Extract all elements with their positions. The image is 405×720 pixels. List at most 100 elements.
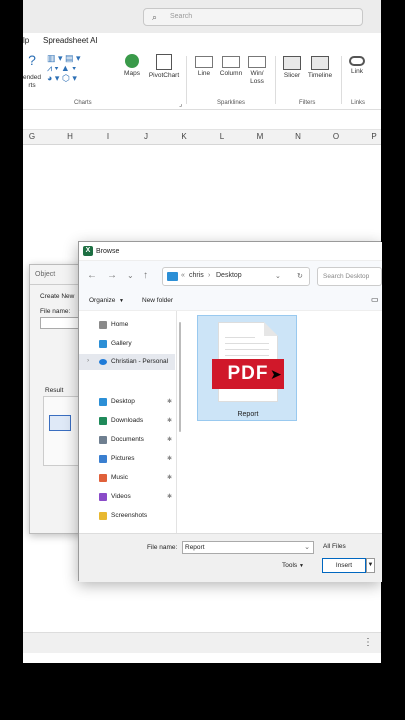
slicer-button[interactable]: Slicer	[281, 56, 303, 80]
file-type-filter[interactable]: All Files	[319, 541, 382, 554]
videos-icon	[99, 493, 107, 501]
mouse-cursor-icon: ➤	[270, 366, 282, 382]
column-header[interactable]: P	[368, 132, 380, 141]
browse-title-bar: X Browse	[79, 242, 382, 261]
file-list: PDF ➤ Report	[184, 311, 382, 533]
chart-types-gallery[interactable]: ▥ ▾ ▤ ▾ ⩘ ▾ ▲ ▾ ◕ ▾ ⬡ ▾	[47, 54, 87, 84]
ribbon-separator	[341, 56, 342, 104]
question-chart-icon: ?	[28, 52, 36, 68]
column-header[interactable]: O	[330, 132, 342, 141]
breadcrumb-root[interactable]: chris	[189, 272, 204, 279]
up-arrow-icon[interactable]: ↑	[143, 270, 148, 281]
charts-dialog-launcher[interactable]: ⌟	[179, 100, 182, 108]
nav-item-documents[interactable]: Documents ✱	[79, 432, 175, 448]
link-button[interactable]: Link	[345, 56, 369, 76]
file-name: Report	[237, 411, 259, 418]
sparkline-winloss-button[interactable]: Win/ Loss	[246, 56, 268, 86]
nav-item-videos[interactable]: Videos ✱	[79, 489, 175, 505]
slicer-label: Slicer	[283, 72, 301, 79]
tab-create-new[interactable]: Create New	[40, 293, 74, 300]
formula-bar[interactable]	[23, 110, 381, 130]
pin-icon: ✱	[167, 399, 173, 405]
recommended-charts-button[interactable]: ? ended rts	[23, 52, 47, 90]
tools-dropdown-icon: ▼	[299, 563, 304, 569]
organize-button[interactable]: Organize	[89, 297, 115, 304]
sparkline-line-button[interactable]: Line	[193, 56, 215, 78]
pictures-icon	[99, 455, 107, 463]
search-desktop-input[interactable]: Search Desktop	[317, 267, 382, 286]
group-label-sparklines: Sparklines	[217, 100, 246, 106]
navigation-scrollbar[interactable]	[179, 322, 181, 432]
group-label-links: Links	[351, 100, 366, 106]
refresh-icon[interactable]: ↻	[297, 272, 303, 280]
column-header[interactable]: G	[26, 132, 38, 141]
search-box[interactable]: ⌕ Search	[143, 8, 363, 26]
column-header[interactable]: H	[64, 132, 76, 141]
timeline-button[interactable]: Timeline	[305, 56, 335, 80]
page-line	[225, 343, 269, 344]
back-arrow-icon[interactable]: ←	[87, 270, 97, 281]
pin-icon: ✱	[167, 437, 173, 443]
nav-item-home[interactable]: Home	[79, 317, 175, 333]
breadcrumb-chevron-icon: ›	[208, 272, 211, 279]
more-options-icon[interactable]: ⋮	[363, 637, 373, 648]
forward-arrow-icon[interactable]: →	[107, 270, 117, 281]
recent-locations-chevron-icon[interactable]: ⌄	[127, 271, 134, 280]
file-item-report[interactable]: PDF ➤ Report	[197, 315, 297, 421]
timeline-icon	[311, 56, 329, 70]
sparkline-column-button[interactable]: Column	[218, 56, 244, 78]
tools-button[interactable]: Tools ▼	[282, 562, 304, 569]
navigation-row: ← → ⌄ ↑ « chris › Desktop ⌄ ↻ Search Des…	[79, 261, 382, 291]
column-header[interactable]: L	[216, 132, 228, 141]
pivotchart-label: PivotChart	[148, 72, 180, 79]
gallery-icon	[99, 340, 107, 348]
status-bar: ⋮	[23, 632, 381, 653]
nav-item-desktop[interactable]: Desktop ✱	[79, 394, 175, 410]
pin-icon: ✱	[167, 418, 173, 424]
new-folder-button[interactable]: New folder	[142, 297, 173, 304]
nav-item-gallery[interactable]: Gallery	[79, 336, 175, 352]
column-header[interactable]: N	[292, 132, 304, 141]
insert-dropdown-icon[interactable]: ▼	[366, 558, 375, 573]
folder-icon	[167, 272, 178, 281]
link-icon	[349, 56, 365, 66]
expand-chevron-icon[interactable]: ›	[87, 357, 89, 364]
nav-item-screenshots[interactable]: Screenshots	[79, 508, 175, 524]
search-icon: ⌕	[152, 12, 158, 22]
page-line	[225, 355, 269, 356]
address-bar[interactable]: « chris › Desktop ⌄ ↻	[162, 267, 310, 286]
sparkline-winloss-icon	[248, 56, 266, 68]
file-name-dropdown-icon[interactable]: ⌄	[304, 543, 310, 551]
menu-help[interactable]: lp	[23, 36, 29, 45]
column-label: Column	[219, 70, 243, 77]
nav-label: Christian - Personal	[111, 358, 169, 365]
result-label: Result	[45, 387, 64, 394]
organize-dropdown-icon[interactable]: ▼	[119, 298, 124, 304]
nav-item-onedrive-personal[interactable]: › Christian - Personal	[79, 354, 175, 370]
column-header[interactable]: K	[178, 132, 190, 141]
menu-spreadsheet-ai[interactable]: Spreadsheet AI	[43, 36, 98, 45]
nav-item-downloads[interactable]: Downloads ✱	[79, 413, 175, 429]
nav-item-pictures[interactable]: Pictures ✱	[79, 451, 175, 467]
winloss-label-2: Loss	[250, 78, 264, 85]
column-header[interactable]: I	[102, 132, 114, 141]
insert-button[interactable]: Insert	[322, 558, 366, 573]
maps-button[interactable]: Maps	[120, 54, 144, 78]
column-header[interactable]: M	[254, 132, 266, 141]
view-options-icon[interactable]: ▭	[371, 295, 379, 304]
page-line	[225, 349, 269, 350]
pivotchart-button[interactable]: PivotChart	[147, 54, 181, 80]
command-bar: Organize ▼ New folder ▭	[79, 291, 382, 311]
column-headers: G H I J K L M N O P	[23, 130, 381, 145]
file-name-input[interactable]: Report ⌄	[182, 541, 314, 554]
group-label-charts: Charts	[74, 100, 92, 106]
ribbon: ? ended rts ▥ ▾ ▤ ▾ ⩘ ▾ ▲ ▾ ◕ ▾ ⬡ ▾ Maps…	[23, 50, 381, 110]
file-name-value: Report	[185, 544, 205, 551]
nav-item-music[interactable]: Music ✱	[79, 470, 175, 486]
address-dropdown-icon[interactable]: ⌄	[275, 272, 281, 280]
tools-label: Tools	[282, 562, 298, 569]
timeline-label: Timeline	[307, 72, 333, 79]
documents-icon	[99, 436, 107, 444]
column-header[interactable]: J	[140, 132, 152, 141]
breadcrumb-folder[interactable]: Desktop	[216, 272, 242, 279]
